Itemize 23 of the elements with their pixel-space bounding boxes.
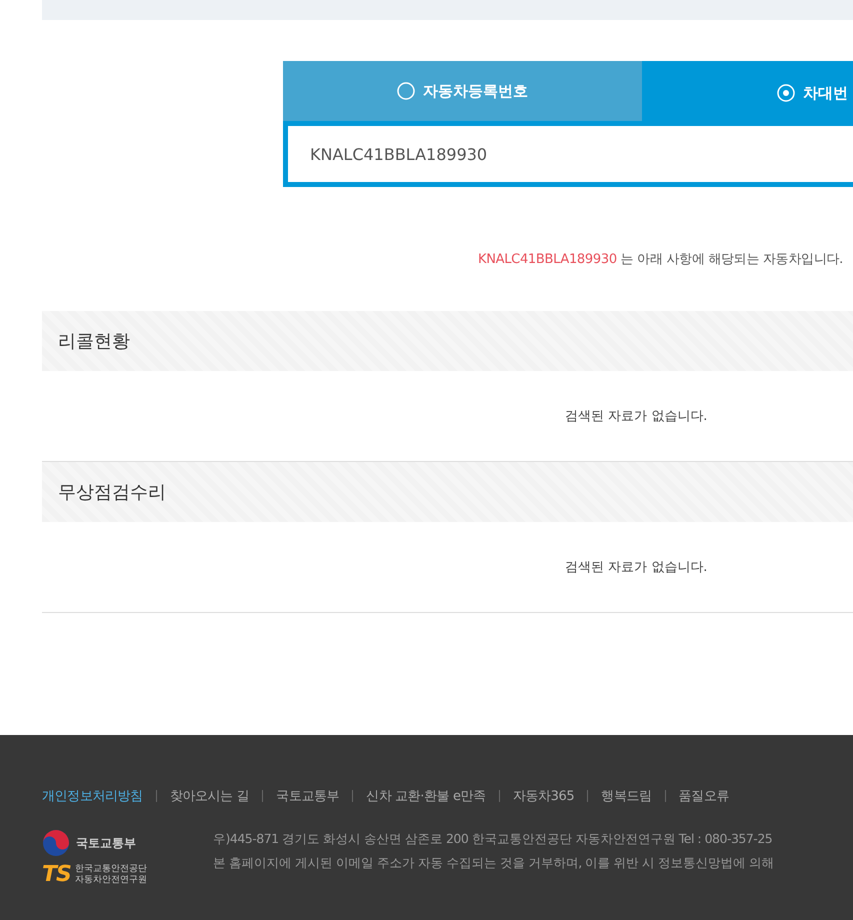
- search-input-field[interactable]: KNALC41BBLA189930: [283, 121, 853, 187]
- ts-logo-text: 자동차안전연구원: [74, 875, 147, 886]
- section-title: 리콜현황: [58, 330, 130, 353]
- footer-link[interactable]: 개인정보처리방침: [42, 787, 143, 805]
- ts-logo-mark: TS: [42, 863, 71, 887]
- empty-message: 검색된 자료가 없습니다.: [565, 408, 708, 425]
- emblem-icon: [42, 829, 70, 857]
- ts-logo-text: 한국교통안전공단: [74, 864, 147, 875]
- footer-link[interactable]: 품질오류: [678, 787, 730, 805]
- radio-icon: [397, 82, 415, 100]
- footer-link[interactable]: 신차 교환·환불 e만족: [366, 787, 486, 805]
- footer-link[interactable]: 행복드림: [601, 787, 652, 805]
- footer-link[interactable]: 자동차365: [512, 787, 574, 805]
- section-title: 무상점검수리: [58, 481, 166, 504]
- ministry-logo-text: 국토교통부: [76, 834, 136, 852]
- empty-message: 검색된 자료가 없습니다.: [565, 559, 708, 576]
- radio-selected-icon: [777, 84, 795, 102]
- footer-link[interactable]: 국토교통부: [276, 787, 340, 805]
- footer-link[interactable]: 찾아오시는 길: [170, 787, 250, 805]
- search-type-tab[interactable]: 자동차등록번호: [283, 61, 642, 121]
- footer-address-text: 우)445-871 경기도 화성시 송산면 삼존로 200 한국교통안전공단 자동차안전연구원 Tel : 080-357-25: [213, 830, 774, 848]
- footer-address-text: 본 홈페이지에 게시된 이메일 주소가 자동 수집되는 것을 거부하며, 이를 위반 시 정보통신망법에 의해: [213, 854, 774, 872]
- result-notice: KNALC41BBLA189930 는 아래 사항에 해당되는 자동차입니다.: [476, 251, 844, 269]
